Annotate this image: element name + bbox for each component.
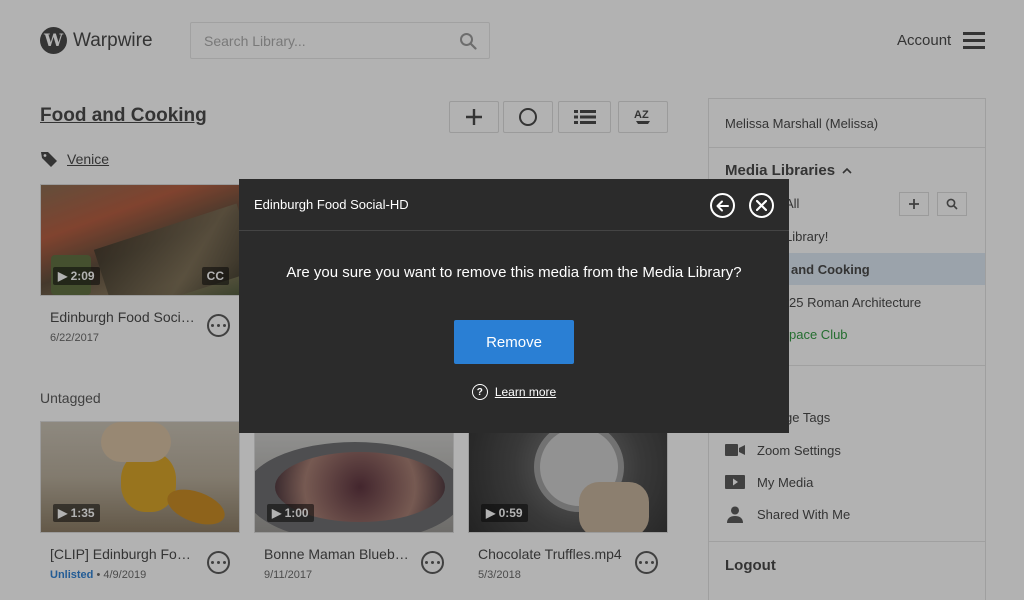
learn-more-link[interactable]: Learn more bbox=[495, 385, 556, 399]
remove-button[interactable]: Remove bbox=[454, 320, 574, 364]
help-icon: ? bbox=[471, 384, 488, 400]
learn-more-row: ? Learn more bbox=[239, 384, 789, 400]
remove-media-dialog: Edinburgh Food Social-HD Are you sure yo… bbox=[239, 179, 789, 433]
back-button[interactable] bbox=[710, 193, 735, 218]
dialog-header: Edinburgh Food Social-HD bbox=[239, 179, 789, 231]
close-button[interactable] bbox=[749, 193, 774, 218]
dialog-message: Are you sure you want to remove this med… bbox=[286, 264, 742, 281]
arrow-left-icon bbox=[716, 200, 729, 211]
close-icon bbox=[756, 200, 767, 211]
dialog-title: Edinburgh Food Social-HD bbox=[254, 197, 409, 212]
